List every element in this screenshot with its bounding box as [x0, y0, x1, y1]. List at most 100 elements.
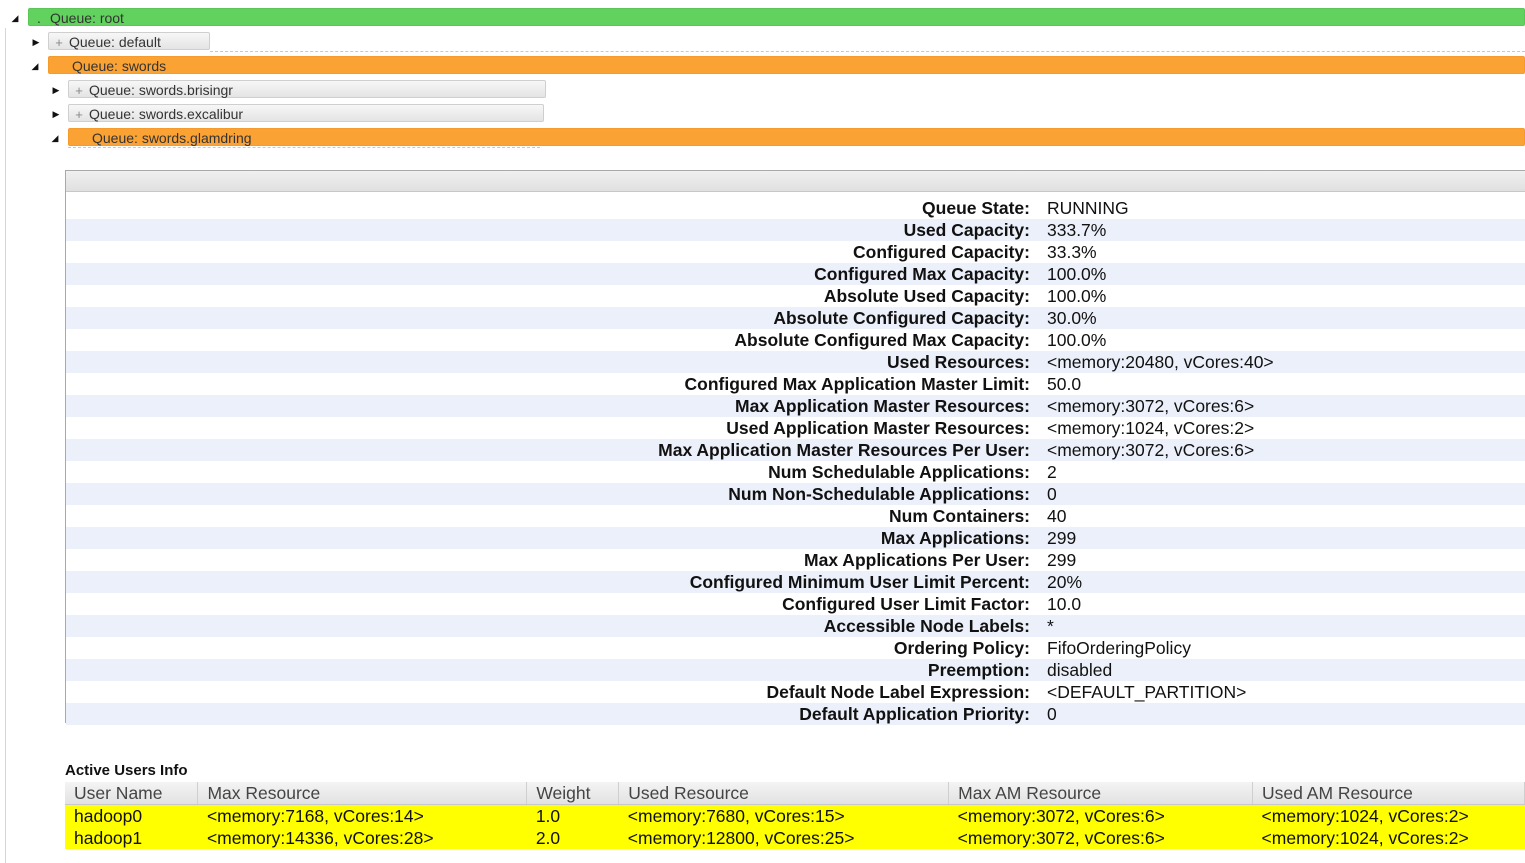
info-label: Used Application Master Resources:: [726, 417, 1030, 438]
info-value: 20%: [1047, 571, 1083, 592]
info-value: <memory:1024, vCores:2>: [1047, 417, 1255, 438]
expanded-arrow-icon[interactable]: ◢: [29, 56, 41, 76]
info-label: Max Application Master Resources Per Use…: [658, 439, 1030, 460]
info-label: Ordering Policy:: [893, 637, 1030, 658]
info-value: *: [1047, 615, 1054, 636]
info-value: <memory:3072, vCores:6>: [1047, 395, 1255, 416]
queue-row-swords[interactable]: ◢ Queue: swords: [0, 56, 1525, 76]
cell-weight: 2.0: [526, 827, 619, 849]
info-label: Preemption:: [927, 659, 1030, 680]
info-label: Default Application Priority:: [799, 703, 1030, 724]
column-header-used-am-resource[interactable]: Used AM Resource: [1252, 782, 1525, 805]
info-value: RUNNING: [1047, 197, 1129, 218]
info-row-ordering-policy: Ordering Policy: FifoOrderingPolicy: [66, 637, 1525, 659]
info-value: 100.0%: [1047, 329, 1107, 350]
active-users-title: Active Users Info: [65, 762, 188, 779]
column-header-weight[interactable]: Weight: [526, 782, 620, 805]
info-row-absolute-used-capacity: Absolute Used Capacity: 100.0%: [66, 285, 1525, 307]
cell-used-resource: <memory:7680, vCores:15>: [618, 804, 949, 827]
info-value: 10.0: [1047, 593, 1082, 614]
cell-max-am-resource: <memory:3072, vCores:6>: [948, 827, 1253, 849]
column-header-max-resource[interactable]: Max Resource: [197, 782, 528, 805]
cell-max-resource: <memory:7168, vCores:14>: [197, 804, 527, 827]
info-value: 0: [1047, 483, 1057, 504]
collapsed-arrow-icon[interactable]: ▶: [50, 104, 62, 124]
info-value: <DEFAULT_PARTITION>: [1047, 681, 1247, 702]
panel-header: [66, 171, 1525, 192]
plus-icon: +: [75, 107, 83, 122]
info-value: 2: [1047, 461, 1057, 482]
info-value: disabled: [1047, 659, 1113, 680]
info-label: Max Applications Per User:: [804, 549, 1030, 570]
info-value: 333.7%: [1047, 219, 1107, 240]
info-label: Absolute Configured Capacity:: [773, 307, 1030, 328]
info-row-max-applications: Max Applications: 299: [66, 527, 1525, 549]
info-row-configured-max-am-limit: Configured Max Application Master Limit:…: [66, 373, 1525, 395]
info-value: <memory:20480, vCores:40>: [1047, 351, 1274, 372]
info-label: Configured Minimum User Limit Percent:: [689, 571, 1030, 592]
info-row-default-node-label-expression: Default Node Label Expression: <DEFAULT_P…: [66, 681, 1525, 703]
column-header-user-name[interactable]: User Name: [65, 782, 199, 805]
info-value: 100.0%: [1047, 285, 1107, 306]
collapsed-arrow-icon[interactable]: ▶: [50, 80, 62, 100]
info-row-absolute-configured-capacity: Absolute Configured Capacity: 30.0%: [66, 307, 1525, 329]
expanded-arrow-icon[interactable]: ◢: [9, 8, 21, 28]
table-row: hadoop0 <memory:7168, vCores:14> 1.0 <me…: [65, 804, 1525, 827]
info-value: 30.0%: [1047, 307, 1097, 328]
info-label: Max Application Master Resources:: [735, 395, 1030, 416]
info-row-max-am-resources-per-user: Max Application Master Resources Per Use…: [66, 439, 1525, 461]
queue-label: Queue: swords: [72, 58, 167, 74]
info-row-preemption: Preemption: disabled: [66, 659, 1525, 681]
queue-bar-swords[interactable]: Queue: swords: [48, 56, 1525, 74]
info-value: <memory:3072, vCores:6>: [1047, 439, 1255, 460]
info-label: Configured User Limit Factor:: [782, 593, 1030, 614]
plus-icon: +: [55, 35, 63, 50]
info-value: FifoOrderingPolicy: [1047, 637, 1191, 658]
queue-row-excalibur[interactable]: ▶ + Queue: swords.excalibur: [0, 104, 1525, 124]
info-row-default-app-priority: Default Application Priority: 0: [66, 703, 1525, 725]
queue-label: Queue: swords.excalibur: [89, 106, 244, 122]
info-label: Default Node Label Expression:: [766, 681, 1030, 702]
divider: [68, 147, 540, 149]
cell-max-resource: <memory:14336, vCores:28>: [197, 827, 527, 849]
info-row-configured-max-capacity: Configured Max Capacity: 100.0%: [66, 263, 1525, 285]
info-row-used-capacity: Used Capacity: 333.7%: [66, 219, 1525, 241]
column-header-used-resource[interactable]: Used Resource: [618, 782, 950, 805]
info-label: Queue State:: [922, 197, 1030, 218]
queue-row-root[interactable]: ◢ . Queue: root: [0, 8, 1525, 28]
info-value: 0: [1047, 703, 1057, 724]
expanded-arrow-icon[interactable]: ◢: [49, 128, 61, 148]
queue-bar-glamdring[interactable]: Queue: swords.glamdring: [68, 128, 1525, 146]
queue-row-brisingr[interactable]: ▶ + Queue: swords.brisingr: [0, 80, 1525, 100]
info-row-used-am-resources: Used Application Master Resources: <memor…: [66, 417, 1525, 439]
queue-bar-default[interactable]: + Queue: default: [48, 32, 210, 50]
queue-bar-brisingr[interactable]: + Queue: swords.brisingr: [68, 80, 546, 98]
table-row: hadoop1 <memory:14336, vCores:28> 2.0 <m…: [65, 827, 1525, 849]
info-row-absolute-configured-max-capacity: Absolute Configured Max Capacity: 100.0%: [66, 329, 1525, 351]
cell-used-am-resource: <memory:1024, vCores:2>: [1252, 804, 1525, 827]
cell-weight: 1.0: [526, 804, 619, 827]
queue-bar-excalibur[interactable]: + Queue: swords.excalibur: [68, 104, 544, 122]
info-row-configured-capacity: Configured Capacity: 33.3%: [66, 241, 1525, 263]
info-label: Num Schedulable Applications:: [768, 461, 1030, 482]
queue-row-default[interactable]: ▶ + Queue: default: [0, 32, 1525, 52]
cell-user-name: hadoop1: [65, 827, 198, 849]
info-value: 40: [1047, 505, 1067, 526]
info-label: Num Containers:: [889, 505, 1030, 526]
info-label: Configured Capacity:: [853, 241, 1030, 262]
queue-row-glamdring[interactable]: ◢ Queue: swords.glamdring: [0, 128, 1525, 148]
info-value: 50.0: [1047, 373, 1082, 394]
cell-user-name: hadoop0: [65, 804, 198, 827]
collapsed-arrow-icon[interactable]: ▶: [30, 32, 42, 52]
info-label: Max Applications:: [880, 527, 1030, 548]
cell-used-resource: <memory:12800, vCores:25>: [618, 827, 949, 849]
info-row-num-containers: Num Containers: 40: [66, 505, 1525, 527]
queue-bar-root[interactable]: . Queue: root: [28, 8, 1525, 26]
queue-prefix: .: [37, 10, 41, 26]
info-label: Configured Max Application Master Limit:: [684, 373, 1030, 394]
info-label: Used Resources:: [887, 351, 1030, 372]
queue-label: Queue: default: [69, 34, 161, 50]
column-header-max-am-resource[interactable]: Max AM Resource: [948, 782, 1254, 805]
info-row-max-applications-per-user: Max Applications Per User: 299: [66, 549, 1525, 571]
info-value: 299: [1047, 549, 1077, 570]
